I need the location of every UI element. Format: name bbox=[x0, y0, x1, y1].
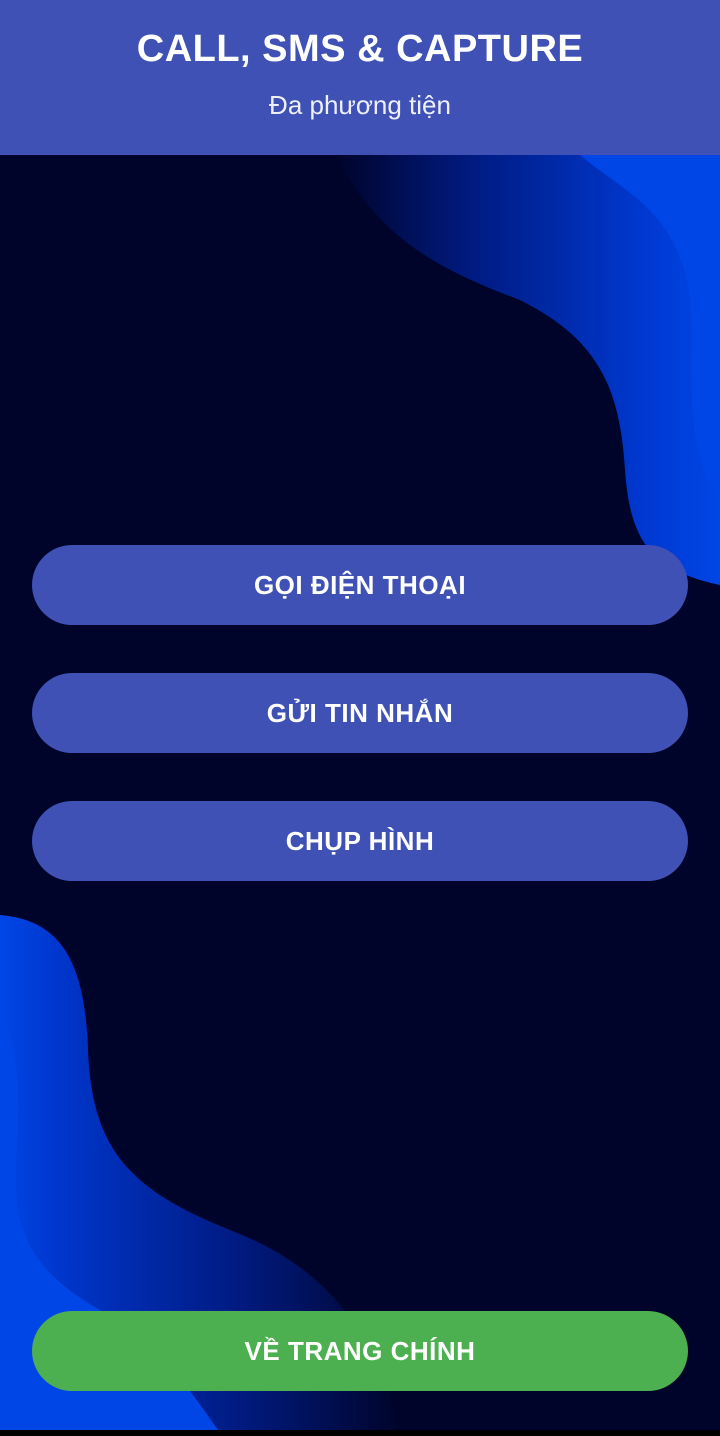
home-button[interactable]: VỀ TRANG CHÍNH bbox=[32, 1311, 688, 1391]
page-subtitle: Đa phương tiện bbox=[269, 90, 451, 120]
send-sms-button[interactable]: GỬI TIN NHẮN bbox=[32, 673, 688, 753]
bottom-edge bbox=[0, 1430, 720, 1436]
capture-button[interactable]: CHỤP HÌNH bbox=[32, 801, 688, 881]
app-header: CALL, SMS & CAPTURE Đa phương tiện bbox=[0, 0, 720, 155]
call-button[interactable]: GỌI ĐIỆN THOẠI bbox=[32, 545, 688, 625]
page-title: CALL, SMS & CAPTURE bbox=[136, 28, 584, 70]
